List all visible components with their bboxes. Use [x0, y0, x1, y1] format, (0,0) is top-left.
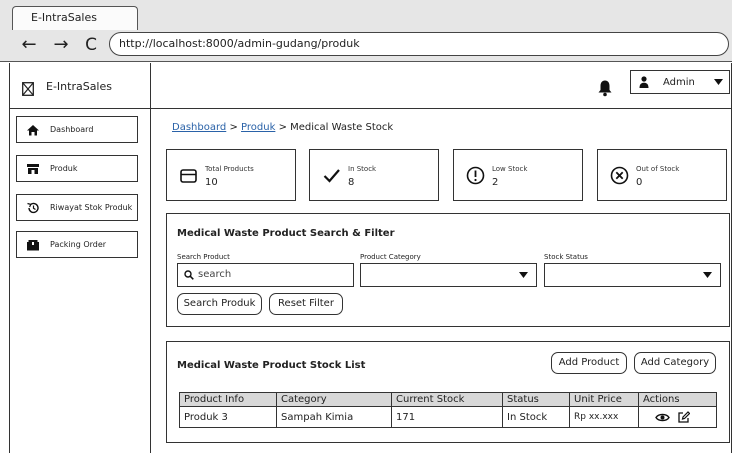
column-header: Category — [276, 392, 392, 407]
address-bar[interactable]: http://localhost:8000/admin-gudang/produ… — [109, 32, 729, 56]
table-header-row: Product Info Category Current Stock Stat… — [179, 392, 717, 407]
column-header: Actions — [638, 392, 717, 407]
filter-title: Medical Waste Product Search & Filter — [177, 228, 395, 239]
sidebar-item-label: Dashboard — [50, 124, 94, 134]
breadcrumb: Dashboard > Produk > Medical Waste Stock — [172, 122, 393, 133]
sidebar-item-label: Packing Order — [50, 239, 107, 249]
product-category-select[interactable] — [360, 263, 537, 287]
user-menu-dropdown[interactable]: Admin — [630, 70, 730, 94]
search-product-label: Search Product — [177, 253, 230, 261]
cell-category: Sampah Kimia — [276, 406, 392, 428]
check-icon — [322, 166, 341, 185]
sidebar-item-produk[interactable]: Produk — [16, 155, 138, 182]
edit-icon[interactable] — [677, 410, 691, 424]
product-stock-table: Product Info Category Current Stock Stat… — [179, 392, 717, 428]
cell-status: In Stock — [502, 406, 570, 428]
column-header: Product Info — [179, 392, 277, 407]
box-icon — [179, 166, 198, 185]
search-produk-button[interactable]: Search Produk — [177, 293, 262, 315]
stat-label: Low Stock — [492, 165, 528, 173]
cell-stock: 171 — [391, 406, 503, 428]
store-icon — [26, 163, 40, 175]
sidebar-item-label: Riwayat Stok Produk — [50, 202, 133, 212]
stock-status-select[interactable] — [544, 263, 721, 287]
notification-bell-icon[interactable] — [597, 79, 613, 97]
x-circle-icon — [610, 166, 629, 185]
stat-value: 2 — [492, 177, 499, 188]
add-product-button[interactable]: Add Product — [551, 352, 627, 374]
breadcrumb-link-produk[interactable]: Produk — [241, 122, 275, 133]
stat-card-out-of-stock: Out of Stock 0 — [597, 149, 727, 201]
brand-name: E-IntraSales — [46, 80, 112, 93]
breadcrumb-separator: > — [229, 122, 238, 133]
forward-button[interactable]: → — [50, 34, 72, 56]
column-header: Current Stock — [391, 392, 503, 407]
column-header: Status — [502, 392, 570, 407]
stat-card-total-products: Total Products 10 — [166, 149, 296, 201]
stat-card-in-stock: In Stock 8 — [309, 149, 439, 201]
search-input[interactable]: search — [177, 263, 354, 287]
cell-price: Rp xx.xxx — [569, 406, 639, 428]
logo-placeholder-icon — [22, 82, 34, 96]
stat-value: 8 — [348, 177, 355, 188]
stock-status-label: Stock Status — [544, 253, 588, 261]
alert-circle-icon — [466, 166, 485, 185]
stat-card-low-stock: Low Stock 2 — [453, 149, 583, 201]
breadcrumb-separator: > — [278, 122, 287, 133]
stat-value: 0 — [636, 177, 643, 188]
add-category-button[interactable]: Add Category — [634, 352, 716, 374]
cell-actions — [638, 406, 717, 428]
reload-button[interactable]: C — [80, 34, 102, 56]
sidebar-item-riwayat-stok-produk[interactable]: Riwayat Stok Produk — [16, 194, 138, 221]
sidebar-item-dashboard[interactable]: Dashboard — [16, 116, 138, 143]
user-name: Admin — [663, 76, 695, 88]
cell-product: Produk 3 — [179, 406, 277, 428]
home-icon — [26, 124, 40, 136]
search-icon — [184, 270, 194, 280]
stat-label: Total Products — [205, 165, 254, 173]
breadcrumb-current: Medical Waste Stock — [290, 122, 394, 133]
reset-filter-button[interactable]: Reset Filter — [269, 293, 343, 315]
column-header: Unit Price — [569, 392, 639, 407]
back-button[interactable]: ← — [18, 34, 40, 56]
stat-value: 10 — [205, 177, 218, 188]
product-category-label: Product Category — [360, 253, 421, 261]
stat-label: In Stock — [348, 165, 377, 173]
chevron-down-icon — [714, 79, 723, 85]
user-icon — [639, 76, 649, 88]
stat-label: Out of Stock — [636, 165, 680, 173]
table-row: Produk 3 Sampah Kimia 171 In Stock Rp xx… — [179, 406, 717, 428]
breadcrumb-link-dashboard[interactable]: Dashboard — [172, 122, 226, 133]
eye-icon[interactable] — [655, 412, 670, 423]
chevron-down-icon — [519, 272, 528, 278]
chevron-down-icon — [703, 272, 712, 278]
browser-tab[interactable]: E-IntraSales — [12, 6, 138, 30]
history-icon — [26, 202, 40, 214]
package-icon — [26, 239, 40, 251]
sidebar-item-label: Produk — [50, 163, 78, 173]
sidebar-item-packing-order[interactable]: Packing Order — [16, 231, 138, 258]
product-list-title: Medical Waste Product Stock List — [177, 360, 366, 371]
search-placeholder: search — [198, 269, 232, 280]
